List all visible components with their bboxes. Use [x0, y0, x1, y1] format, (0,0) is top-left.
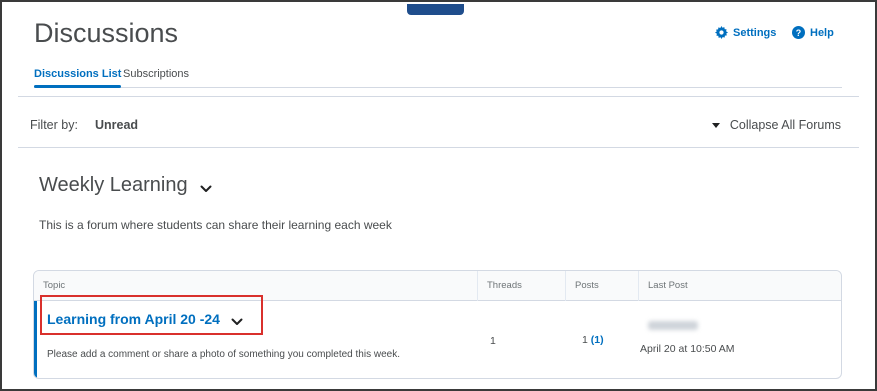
help-label: Help	[810, 26, 834, 39]
posts-total: 1	[582, 334, 588, 346]
tab-subscriptions[interactable]: Subscriptions	[123, 68, 189, 80]
column-header-threads: Threads	[477, 271, 565, 301]
filter-label: Filter by:	[30, 118, 78, 132]
row-unread-indicator	[34, 301, 37, 378]
posts-count: 1 (1)	[582, 334, 604, 346]
chevron-down-icon[interactable]	[231, 318, 243, 326]
forum-description: This is a forum where students can share…	[39, 218, 392, 232]
help-button[interactable]: ? Help	[792, 26, 834, 39]
posts-unread-link[interactable]: (1)	[591, 334, 604, 346]
filter-value[interactable]: Unread	[95, 118, 138, 132]
collapse-label: Collapse All Forums	[729, 118, 841, 132]
threads-count: 1	[490, 335, 496, 347]
settings-button[interactable]: Settings	[715, 26, 776, 39]
settings-label: Settings	[733, 26, 777, 39]
last-post-date: April 20 at 10:50 AM	[640, 343, 735, 355]
forum-title-text: Weekly Learning	[39, 174, 188, 196]
tab-discussions-list[interactable]: Discussions List	[34, 68, 122, 88]
topics-table: Topic Threads Posts Last Post Learning f…	[33, 270, 842, 379]
page-frame: Discussions Settings ? Help Discussions …	[0, 0, 877, 391]
svg-text:?: ?	[796, 28, 801, 38]
gear-icon	[715, 26, 728, 39]
column-header-last-post: Last Post	[638, 271, 841, 301]
column-header-posts: Posts	[565, 271, 638, 301]
top-nav-tab[interactable]	[407, 4, 464, 15]
caret-down-icon	[711, 122, 720, 128]
chevron-down-icon[interactable]	[200, 185, 212, 193]
topic-description: Please add a comment or share a photo of…	[47, 349, 400, 360]
topic-link[interactable]: Learning from April 20 -24	[47, 311, 220, 327]
forum-title[interactable]: Weekly Learning	[39, 174, 212, 197]
filter-bar: Filter by: Unread Collapse All Forums	[18, 96, 859, 148]
page-title: Discussions	[34, 18, 179, 48]
tab-bar: Discussions List Subscriptions	[34, 68, 842, 88]
collapse-all-forums-button[interactable]: Collapse All Forums	[711, 118, 841, 132]
last-post-author-redacted	[648, 321, 698, 330]
help-icon: ?	[792, 26, 805, 39]
